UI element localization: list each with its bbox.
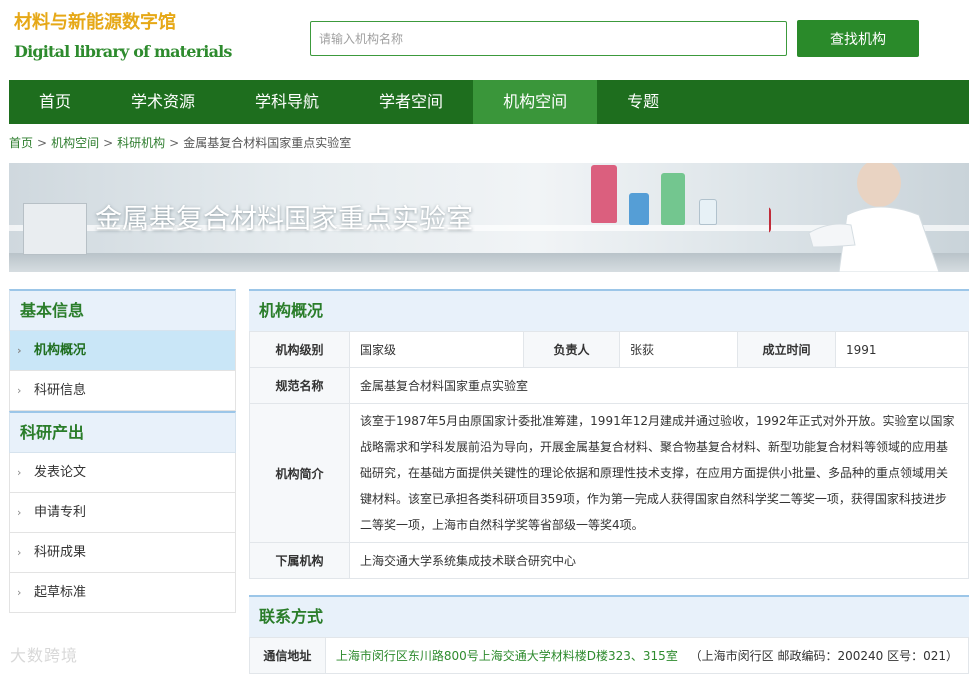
founded-value: 1991 — [835, 331, 969, 368]
section-title-overview: 机构概况 — [249, 289, 969, 331]
sidebar: 基本信息 › 机构概况 › 科研信息 科研产出 › 发表论文 › 申请专利 › … — [9, 289, 236, 613]
nav-item-institution-space[interactable]: 机构空间 — [473, 80, 598, 124]
nav-item-academic-resources[interactable]: 学术资源 — [101, 80, 225, 124]
sidebar-item-label: 机构概况 — [34, 343, 87, 358]
search-button[interactable]: 查找机构 — [797, 20, 919, 57]
overview-table: 机构级别 国家级 负责人 张荻 成立时间 1991 规范名称 金属基复合材料国家… — [249, 331, 969, 579]
sidebar-item-label: 科研成果 — [34, 545, 87, 560]
contact-table: 通信地址 上海市闵行区东川路800号上海交通大学材料楼D楼323、315室 （上… — [249, 637, 970, 674]
table-row: 下属机构 上海交通大学系统集成技术联合研究中心 — [249, 542, 969, 579]
lab-banner-image: 金属基复合材料国家重点实验室 — [9, 163, 969, 272]
table-row: 机构简介 该室于1987年5月由原国家计委批准筹建，1991年12月建成并通过验… — [249, 403, 969, 543]
breadcrumb-separator: > — [103, 136, 114, 150]
intro-text: 该室于1987年5月由原国家计委批准筹建，1991年12月建成并通过验收，199… — [360, 414, 955, 532]
nav-item-topics[interactable]: 专题 — [597, 80, 689, 124]
logo-title-en[interactable]: Digital library of materials — [14, 42, 232, 61]
leader-value: 张荻 — [619, 331, 738, 368]
chevron-right-icon: › — [17, 546, 22, 559]
nav-item-home[interactable]: 首页 — [9, 80, 101, 124]
banner-lab-machine — [23, 203, 87, 255]
breadcrumb-current: 金属基复合材料国家重点实验室 — [183, 136, 352, 150]
section-title-contact: 联系方式 — [249, 595, 969, 637]
chevron-right-icon: › — [17, 506, 22, 519]
banner-bottle-red — [591, 165, 617, 223]
nav-item-subject-navigation[interactable]: 学科导航 — [225, 80, 349, 124]
sub-institution-value: 上海交通大学系统集成技术联合研究中心 — [349, 542, 969, 579]
address-postal-info: （上海市闵行区 邮政编码：200240 区号：021） — [689, 649, 958, 663]
table-row: 规范名称 金属基复合材料国家重点实验室 — [249, 367, 969, 404]
sidebar-item-label: 申请专利 — [34, 505, 87, 520]
banner-scientist-figure — [769, 163, 940, 272]
chevron-right-icon: › — [17, 466, 22, 479]
banner-bottle-green — [661, 173, 685, 225]
name-label: 规范名称 — [249, 367, 350, 404]
breadcrumb-separator: > — [37, 136, 48, 150]
address-cell: 上海市闵行区东川路800号上海交通大学材料楼D楼323、315室 （上海市闵行区… — [324, 637, 970, 674]
site-header: 材料与新能源数字馆 Digital library of materials 查… — [0, 0, 980, 78]
banner-title: 金属基复合材料国家重点实验室 — [95, 204, 473, 235]
sidebar-item-achievements[interactable]: › 科研成果 — [9, 533, 236, 573]
address-label: 通信地址 — [249, 637, 326, 674]
table-row: 通信地址 上海市闵行区东川路800号上海交通大学材料楼D楼323、315室 （上… — [249, 637, 970, 674]
sidebar-item-overview[interactable]: › 机构概况 — [9, 331, 236, 371]
address-link[interactable]: 上海市闵行区东川路800号上海交通大学材料楼D楼323、315室 — [336, 649, 678, 663]
watermark: 大数跨境 — [10, 646, 79, 665]
sidebar-item-research-info[interactable]: › 科研信息 — [9, 371, 236, 411]
search-input[interactable] — [310, 21, 787, 56]
level-label: 机构级别 — [249, 331, 350, 368]
breadcrumb-home[interactable]: 首页 — [9, 136, 33, 150]
level-value: 国家级 — [349, 331, 524, 368]
breadcrumb-separator: > — [169, 136, 180, 150]
main-content: 机构概况 机构级别 国家级 负责人 张荻 成立时间 1991 规范名称 金属基复… — [249, 289, 970, 674]
chevron-right-icon: › — [17, 586, 22, 599]
nav-item-scholar-space[interactable]: 学者空间 — [349, 80, 473, 124]
intro-label: 机构简介 — [249, 403, 350, 543]
sidebar-item-label: 科研信息 — [34, 383, 87, 398]
chevron-right-icon: › — [17, 344, 22, 357]
banner-bottle-blue — [629, 193, 649, 225]
sidebar-item-standards[interactable]: › 起草标准 — [9, 573, 236, 613]
sidebar-item-label: 起草标准 — [34, 585, 87, 600]
table-row: 机构级别 国家级 负责人 张荻 成立时间 1991 — [249, 331, 969, 368]
banner-flask-clear — [699, 199, 717, 225]
sidebar-section-research-output: 科研产出 — [9, 411, 236, 453]
sidebar-item-patents[interactable]: › 申请专利 — [9, 493, 236, 533]
logo-title-cn[interactable]: 材料与新能源数字馆 — [14, 8, 176, 34]
breadcrumb-institution-space[interactable]: 机构空间 — [51, 136, 99, 150]
chevron-right-icon: › — [17, 384, 22, 397]
intro-cell: 该室于1987年5月由原国家计委批准筹建，1991年12月建成并通过验收，199… — [349, 403, 969, 543]
leader-label: 负责人 — [523, 331, 620, 368]
sidebar-section-basic-info: 基本信息 — [9, 289, 236, 331]
sidebar-item-papers[interactable]: › 发表论文 — [9, 453, 236, 493]
main-nav: 首页 学术资源 学科导航 学者空间 机构空间 专题 — [9, 80, 969, 124]
sub-institution-label: 下属机构 — [249, 542, 350, 579]
breadcrumb: 首页 > 机构空间 > 科研机构 > 金属基复合材料国家重点实验室 — [9, 134, 351, 151]
breadcrumb-research-institution[interactable]: 科研机构 — [117, 136, 165, 150]
founded-label: 成立时间 — [737, 331, 836, 368]
name-value: 金属基复合材料国家重点实验室 — [349, 367, 969, 404]
sidebar-item-label: 发表论文 — [34, 465, 87, 480]
